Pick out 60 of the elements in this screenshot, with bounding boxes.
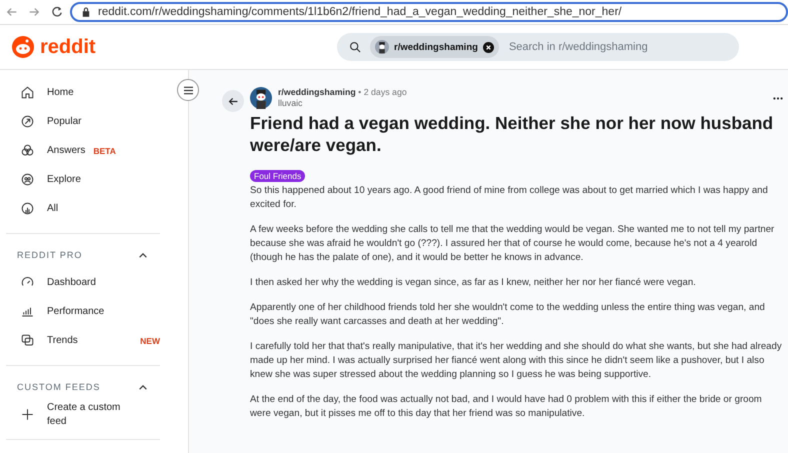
post-paragraph: I then asked her why the wedding is vegan since, as far as I knew, neither her nor her fiancé were vegan.	[250, 276, 697, 290]
item-label: Trends	[47, 334, 79, 348]
forward-icon[interactable]	[28, 6, 40, 18]
section-title: REDDIT PRO	[17, 250, 82, 260]
item-label: Popular	[47, 116, 82, 127]
avatar-icon	[375, 40, 389, 54]
plus-icon	[20, 407, 35, 422]
address-bar[interactable]: reddit.com/r/weddingshaming/comments/1l1b6n2/friend_had_a_vegan_wedding_neither_she_nor_her/	[70, 2, 788, 22]
section-header[interactable]: CUSTOM FEEDS	[6, 374, 160, 400]
author-name[interactable]: lluvaic	[278, 98, 302, 108]
sidebar-item[interactable]: Popular	[6, 107, 160, 136]
trends-icon	[20, 333, 35, 348]
sidebar-item[interactable]: Answers BETA	[6, 136, 160, 165]
post-paragraph: So this happened about 10 years ago. A good friend of mine from college was about to get married which I was happy and excited for.	[250, 184, 769, 212]
explore-icon	[20, 172, 35, 187]
sidebar-item[interactable]: All	[6, 194, 160, 223]
all-icon	[20, 201, 35, 216]
search-field[interactable]: r/weddingshaming Search in r/weddingshaming	[337, 33, 739, 61]
post-flair[interactable]: Foul Friends	[250, 170, 306, 182]
section-header[interactable]: REDDIT PRO	[6, 242, 160, 268]
subreddit-chip[interactable]: r/weddingshaming	[370, 36, 499, 58]
menu-icon	[182, 86, 194, 94]
post-paragraph: I carefully told her that that's really manipulative, that it's her wedding and she should do what she wants, but she had already made up her mind. I was actually surprised her fiancé went along with this since he didn't seem like a pushover, but I also knew she was super stressed about the wedding planning so I guess he was being supportive.	[250, 340, 783, 382]
sidebar-item[interactable]: Performance	[6, 297, 160, 326]
popular-icon	[20, 114, 35, 129]
item-label: Answers	[47, 145, 86, 156]
post-paragraph: Apparently one of her childhood friends told her she wouldn't come to the wedding unless the entire thing was vegan, and "does she really want carcasses and death at her wedding".	[250, 301, 766, 329]
post-paragraph: At the end of the day, the food was actually not bad, and I would have had 0 problem with this if either the bride or groom were vegan, but it pisses me off to this day that her friend was so manipulative.	[250, 393, 763, 421]
search-icon	[349, 40, 362, 54]
sidebar-item[interactable]: Home	[6, 78, 160, 107]
item-label: Create a custom feed	[47, 400, 122, 428]
clear-icon[interactable]	[482, 42, 494, 52]
sidebar-item[interactable]: Trends NEW	[6, 326, 160, 355]
post-paragraph: A few weeks before the wedding she calls to tell me that the wedding would be vegan. She wanted me to not tell my partner because she was afraid he wouldn't go (???). I assured her that of course he would come, because he's not a 4 yearold (though he has the palate of one), and it would be better he knows in advance.	[250, 223, 776, 265]
subreddit-avatar-icon[interactable]	[250, 87, 272, 109]
item-label: All	[47, 203, 58, 214]
post-time: • 2 days ago	[358, 87, 407, 97]
back-button[interactable]	[222, 90, 244, 112]
menu-button[interactable]	[177, 79, 199, 101]
back-icon[interactable]	[6, 6, 18, 18]
section-title: CUSTOM FEEDS	[17, 382, 100, 392]
post-title: Friend had a vegan wedding. Neither she nor her now husband were/are vegan.	[250, 112, 774, 156]
back-arrow-icon	[228, 96, 238, 106]
sidebar-item[interactable]: Create a custom feed	[6, 400, 160, 429]
item-label: Dashboard	[47, 276, 97, 290]
reload-icon[interactable]	[50, 5, 64, 19]
item-label: Home	[47, 87, 74, 98]
lock-icon	[82, 7, 90, 17]
home-icon	[20, 85, 35, 100]
sidebar-item[interactable]: Dashboard	[6, 268, 160, 297]
item-label: Performance	[47, 304, 106, 318]
sidebar-item[interactable]: Explore	[6, 165, 160, 194]
item-tag: BETA	[93, 146, 116, 156]
subreddit-link[interactable]: r/weddingshaming	[278, 87, 356, 97]
item-tag: NEW	[140, 336, 160, 346]
item-label: Explore	[47, 174, 81, 185]
chip-label: r/weddingshaming	[394, 42, 478, 52]
answers-icon	[20, 143, 35, 158]
url-text: reddit.com/r/weddingshaming/comments/1l1b6n2/friend_had_a_vegan_wedding_neither_she_nor_her/	[98, 6, 622, 18]
more-options-icon[interactable]	[773, 96, 783, 100]
